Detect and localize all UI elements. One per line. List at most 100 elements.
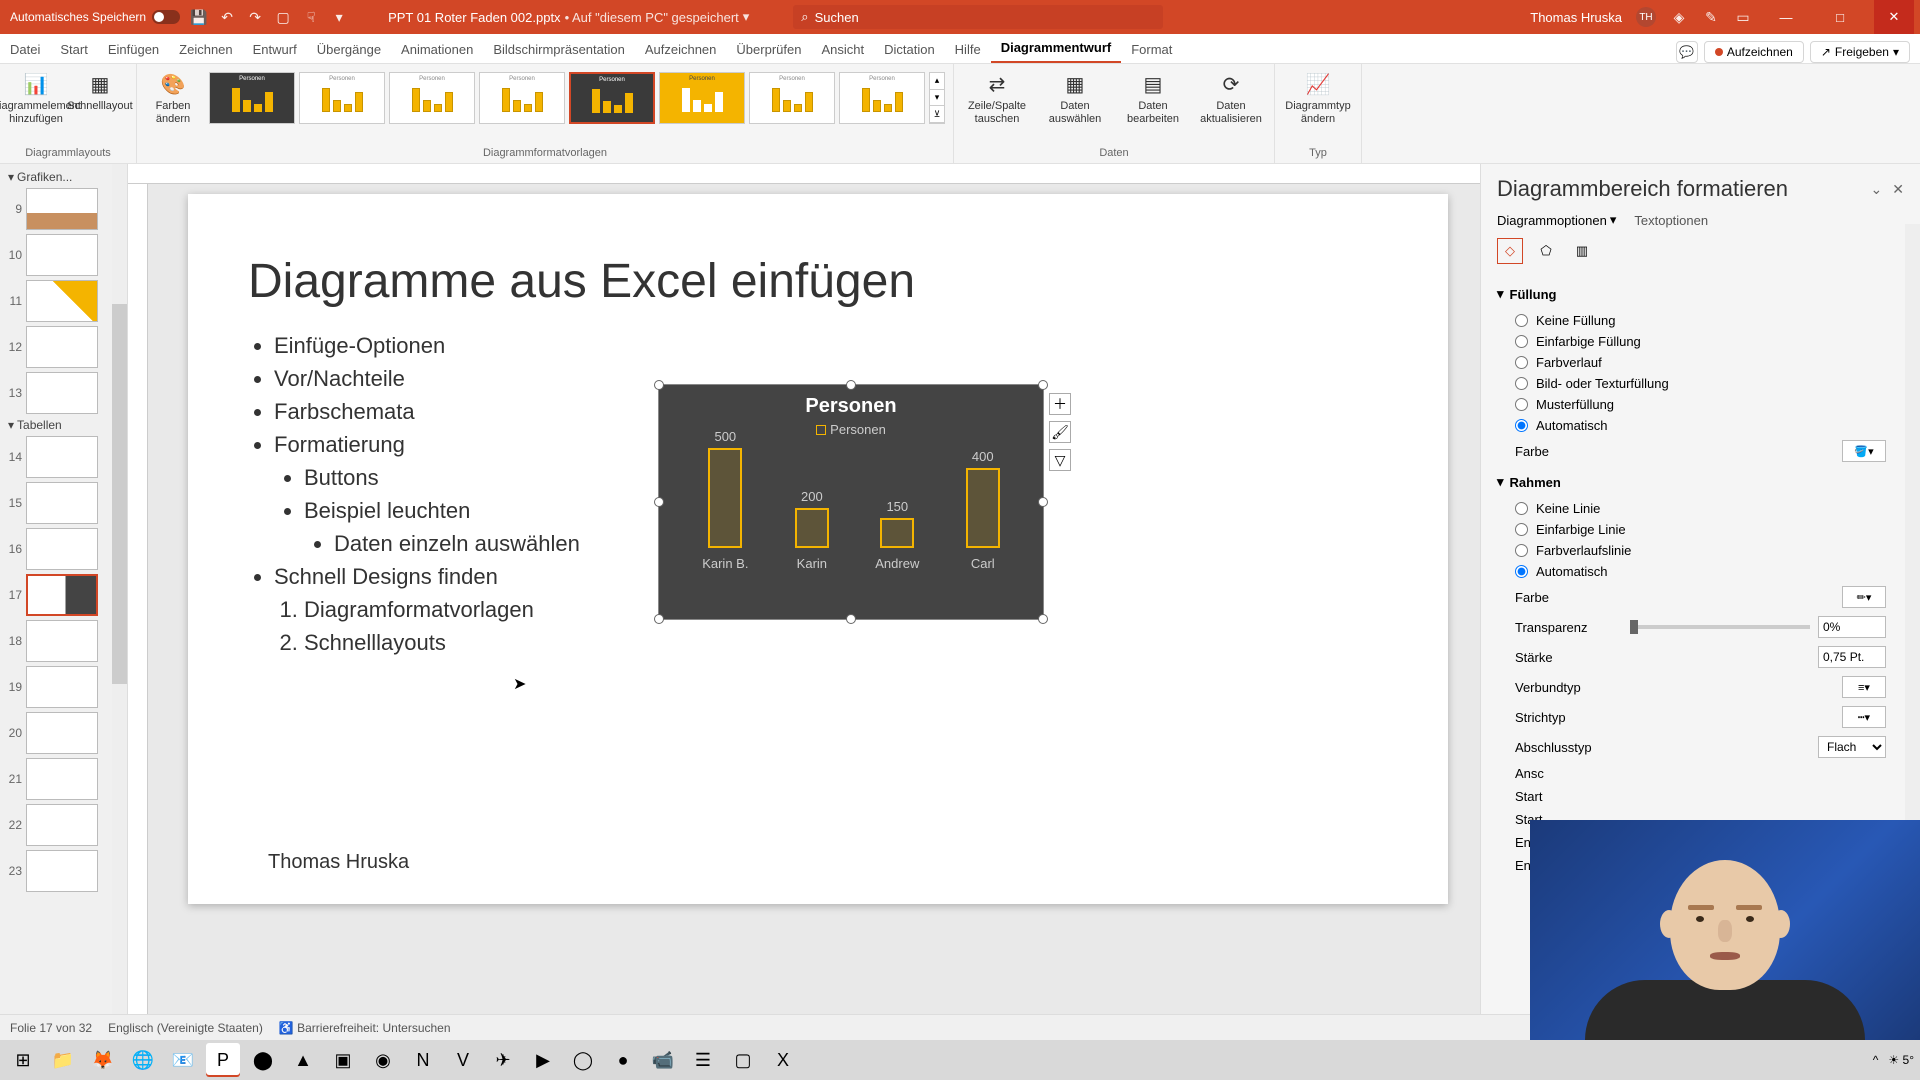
chart-style-6[interactable]: Personen bbox=[659, 72, 745, 124]
fill-solid-radio[interactable]: Einfarbige Füllung bbox=[1497, 331, 1904, 352]
thumb-13[interactable]: 13 bbox=[2, 370, 125, 416]
pane-chevron-icon[interactable]: ⌄ bbox=[1871, 181, 1883, 198]
cap-type-select[interactable]: Flach bbox=[1818, 736, 1886, 758]
slide-canvas[interactable]: Diagramme aus Excel einfügen Einfüge-Opt… bbox=[188, 194, 1448, 904]
swap-row-col-button[interactable]: ⇄Zeile/Spalte tauschen bbox=[962, 72, 1032, 126]
chart-style-2[interactable]: Personen bbox=[299, 72, 385, 124]
onenote-icon[interactable]: N bbox=[406, 1043, 440, 1077]
powerpoint-icon[interactable]: P bbox=[206, 1043, 240, 1077]
chart-bar-1[interactable]: 200Karin bbox=[795, 489, 829, 571]
comments-button[interactable]: 💬 bbox=[1676, 41, 1698, 63]
tab-datei[interactable]: Datei bbox=[0, 36, 50, 63]
app3-icon[interactable]: ◉ bbox=[366, 1043, 400, 1077]
explorer-icon[interactable]: 📁 bbox=[46, 1043, 80, 1077]
thumb-9[interactable]: 9 bbox=[2, 186, 125, 232]
fill-auto-radio[interactable]: Automatisch bbox=[1497, 415, 1904, 436]
tab-ueberpruefen[interactable]: Überprüfen bbox=[726, 36, 811, 63]
touch-icon[interactable]: ☟ bbox=[302, 8, 320, 26]
tab-format[interactable]: Format bbox=[1121, 36, 1182, 63]
thumb-17[interactable]: 17 bbox=[2, 572, 125, 618]
fill-section-header[interactable]: ▾Füllung bbox=[1497, 278, 1904, 310]
chart-filter-button[interactable]: ▽ bbox=[1049, 449, 1071, 471]
chart-style-1[interactable]: Personen bbox=[209, 72, 295, 124]
maximize-button[interactable]: □ bbox=[1820, 0, 1860, 34]
app1-icon[interactable]: ⬤ bbox=[246, 1043, 280, 1077]
tab-einfuegen[interactable]: Einfügen bbox=[98, 36, 169, 63]
zoom-icon[interactable]: 📹 bbox=[646, 1043, 680, 1077]
firefox-icon[interactable]: 🦊 bbox=[86, 1043, 120, 1077]
pane-close-icon[interactable]: ✕ bbox=[1892, 181, 1904, 198]
language-indicator[interactable]: Englisch (Vereinigte Staaten) bbox=[108, 1021, 263, 1035]
size-tab-icon[interactable]: ▥ bbox=[1569, 238, 1595, 264]
section-grafiken[interactable]: ▾Grafiken... bbox=[2, 168, 125, 186]
edit-data-button[interactable]: ▤Daten bearbeiten bbox=[1118, 72, 1188, 126]
effects-tab-icon[interactable]: ⬠ bbox=[1533, 238, 1559, 264]
refresh-data-button[interactable]: ⟳Daten aktualisieren bbox=[1196, 72, 1266, 126]
record-button[interactable]: Aufzeichnen bbox=[1704, 41, 1804, 63]
weather-widget[interactable]: ☀ 5° bbox=[1888, 1053, 1914, 1067]
app2-icon[interactable]: ▣ bbox=[326, 1043, 360, 1077]
chart-style-5[interactable]: Personen bbox=[569, 72, 655, 124]
outlook-icon[interactable]: 📧 bbox=[166, 1043, 200, 1077]
visio-icon[interactable]: V bbox=[446, 1043, 480, 1077]
transparency-slider[interactable] bbox=[1630, 625, 1810, 629]
embedded-chart[interactable]: Personen Personen 500Karin B.200Karin150… bbox=[658, 384, 1044, 620]
line-auto-radio[interactable]: Automatisch bbox=[1497, 561, 1904, 582]
vlc-icon[interactable]: ▲ bbox=[286, 1043, 320, 1077]
start-button[interactable]: ⊞ bbox=[6, 1043, 40, 1077]
thumb-10[interactable]: 10 bbox=[2, 232, 125, 278]
thumb-12[interactable]: 12 bbox=[2, 324, 125, 370]
app4-icon[interactable]: ▶ bbox=[526, 1043, 560, 1077]
line-section-header[interactable]: ▾Rahmen bbox=[1497, 466, 1904, 498]
accessibility-check[interactable]: ♿ Barrierefreiheit: Untersuchen bbox=[279, 1021, 451, 1035]
thumb-22[interactable]: 22 bbox=[2, 802, 125, 848]
line-gradient-radio[interactable]: Farbverlaufslinie bbox=[1497, 540, 1904, 561]
chart-style-3[interactable]: Personen bbox=[389, 72, 475, 124]
tab-ansicht[interactable]: Ansicht bbox=[811, 36, 874, 63]
thumb-19[interactable]: 19 bbox=[2, 664, 125, 710]
undo-icon[interactable]: ↶ bbox=[218, 8, 236, 26]
slide-author[interactable]: Thomas Hruska bbox=[268, 851, 409, 874]
thumbnail-scrollbar[interactable] bbox=[112, 304, 127, 684]
thumb-15[interactable]: 15 bbox=[2, 480, 125, 526]
tray-chevron-icon[interactable]: ^ bbox=[1873, 1053, 1879, 1067]
tab-dictation[interactable]: Dictation bbox=[874, 36, 945, 63]
slide-title[interactable]: Diagramme aus Excel einfügen bbox=[248, 254, 1388, 309]
tab-diagrammentwurf[interactable]: Diagrammentwurf bbox=[991, 34, 1122, 63]
pane-tab-chart[interactable]: Diagrammoptionen ▾ bbox=[1497, 212, 1616, 228]
select-data-button[interactable]: ▦Daten auswählen bbox=[1040, 72, 1110, 126]
close-button[interactable]: ✕ bbox=[1874, 0, 1914, 34]
add-chart-element-button[interactable]: 📊 Diagrammelement hinzufügen bbox=[8, 72, 64, 126]
tab-aufzeichnen[interactable]: Aufzeichnen bbox=[635, 36, 727, 63]
app7-icon[interactable]: ▢ bbox=[726, 1043, 760, 1077]
pane-tab-text[interactable]: Textoptionen bbox=[1634, 212, 1708, 228]
thumb-20[interactable]: 20 bbox=[2, 710, 125, 756]
thumb-23[interactable]: 23 bbox=[2, 848, 125, 894]
thumb-18[interactable]: 18 bbox=[2, 618, 125, 664]
tab-uebergaenge[interactable]: Übergänge bbox=[307, 36, 391, 63]
fill-picture-radio[interactable]: Bild- oder Texturfüllung bbox=[1497, 373, 1904, 394]
tab-bildschirm[interactable]: Bildschirmpräsentation bbox=[483, 36, 635, 63]
telegram-icon[interactable]: ✈ bbox=[486, 1043, 520, 1077]
search-input[interactable]: ⌕ Suchen bbox=[793, 5, 1163, 29]
thumb-21[interactable]: 21 bbox=[2, 756, 125, 802]
thumb-14[interactable]: 14 bbox=[2, 434, 125, 480]
redo-icon[interactable]: ↷ bbox=[246, 8, 264, 26]
fill-gradient-radio[interactable]: Farbverlauf bbox=[1497, 352, 1904, 373]
fill-pattern-radio[interactable]: Musterfüllung bbox=[1497, 394, 1904, 415]
line-color-picker[interactable]: ✏▾ bbox=[1842, 586, 1886, 608]
gallery-spinner[interactable]: ▴▾⊻ bbox=[929, 72, 945, 124]
compound-type-picker[interactable]: ≡▾ bbox=[1842, 676, 1886, 698]
excel-icon[interactable]: X bbox=[766, 1043, 800, 1077]
diamond-icon[interactable]: ◈ bbox=[1670, 8, 1688, 26]
username[interactable]: Thomas Hruska bbox=[1530, 10, 1622, 25]
save-icon[interactable]: 💾 bbox=[190, 8, 208, 26]
chart-style-7[interactable]: Personen bbox=[749, 72, 835, 124]
line-none-radio[interactable]: Keine Linie bbox=[1497, 498, 1904, 519]
line-solid-radio[interactable]: Einfarbige Linie bbox=[1497, 519, 1904, 540]
tab-animationen[interactable]: Animationen bbox=[391, 36, 483, 63]
change-chart-type-button[interactable]: 📈Diagrammtyp ändern bbox=[1283, 72, 1353, 126]
quick-layout-button[interactable]: ▦ Schnelllayout bbox=[72, 72, 128, 113]
minimize-button[interactable]: — bbox=[1766, 0, 1806, 34]
slide-counter[interactable]: Folie 17 von 32 bbox=[10, 1021, 92, 1035]
